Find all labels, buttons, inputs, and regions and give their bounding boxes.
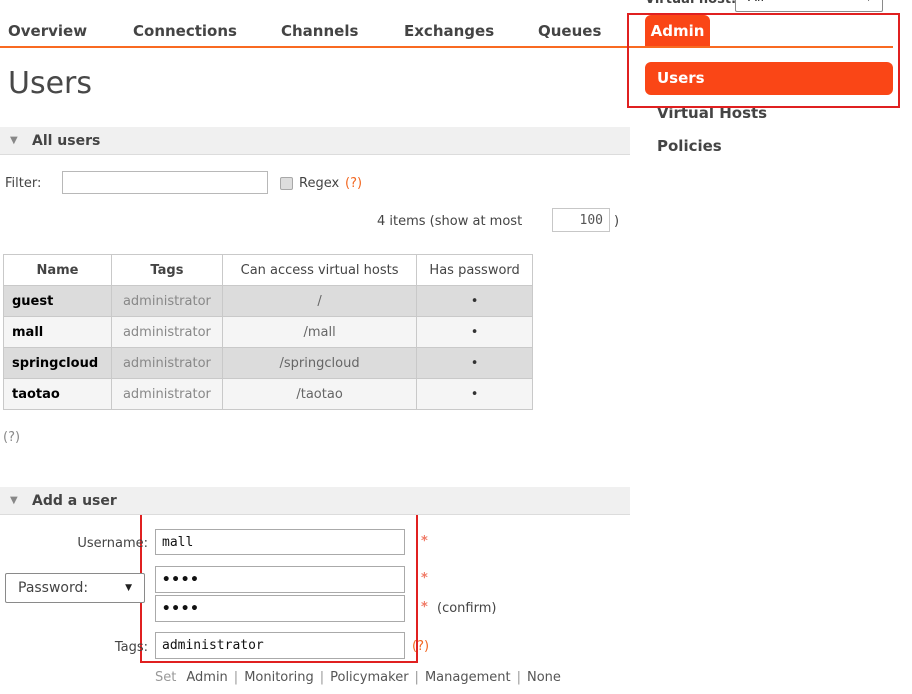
regex-label: Regex: [299, 176, 339, 191]
user-name-link[interactable]: guest: [4, 286, 112, 317]
user-tags: administrator: [111, 286, 222, 317]
set-option-admin[interactable]: Admin: [186, 670, 227, 685]
regex-help-link[interactable]: (?): [345, 176, 362, 191]
user-vhosts: /mall: [222, 317, 416, 348]
tab-channels[interactable]: Channels: [281, 22, 358, 40]
section-add-a-user[interactable]: ▼ Add a user: [0, 487, 630, 515]
collapse-triangle-icon: ▼: [10, 127, 18, 155]
column-header-vhosts: Can access virtual hosts: [222, 255, 416, 286]
virtual-host-label: Virtual host:: [645, 0, 736, 7]
confirm-note: (confirm): [437, 601, 496, 616]
sidebar-item-users[interactable]: Users: [645, 62, 893, 95]
user-vhosts: /: [222, 286, 416, 317]
column-header-tags[interactable]: Tags: [111, 255, 222, 286]
section-all-users-title: All users: [32, 127, 100, 155]
user-vhosts: /taotao: [222, 379, 416, 410]
username-field[interactable]: [155, 529, 405, 555]
virtual-host-value: All: [748, 0, 764, 5]
password-type-value: Password:: [18, 580, 88, 596]
required-asterisk: *: [421, 600, 428, 615]
tab-overview[interactable]: Overview: [8, 22, 87, 40]
sidebar-item-policies[interactable]: Policies: [657, 137, 722, 155]
set-option-none[interactable]: None: [527, 670, 561, 685]
users-table: Name Tags Can access virtual hosts Has p…: [3, 254, 533, 410]
regex-checkbox[interactable]: [280, 177, 293, 190]
password-field[interactable]: [155, 566, 405, 593]
user-tags: administrator: [111, 348, 222, 379]
required-asterisk: *: [421, 534, 428, 549]
tab-admin[interactable]: Admin: [645, 15, 710, 47]
user-name-link[interactable]: taotao: [4, 379, 112, 410]
collapse-triangle-icon: ▼: [10, 487, 18, 515]
tab-queues[interactable]: Queues: [538, 22, 601, 40]
table-help-link[interactable]: (?): [3, 430, 20, 445]
user-name-link[interactable]: springcloud: [4, 348, 112, 379]
has-password-dot: •: [417, 348, 533, 379]
password-confirm-field[interactable]: [155, 595, 405, 622]
column-header-name[interactable]: Name: [4, 255, 112, 286]
nav-underline: [0, 46, 893, 48]
filter-label: Filter:: [5, 176, 41, 191]
has-password-dot: •: [417, 379, 533, 410]
tags-field[interactable]: [155, 632, 405, 659]
set-option-management[interactable]: Management: [425, 670, 511, 685]
user-tags: administrator: [111, 317, 222, 348]
sidebar-item-virtual-hosts[interactable]: Virtual Hosts: [657, 104, 767, 122]
tab-connections[interactable]: Connections: [133, 22, 237, 40]
table-row: taotao administrator /taotao •: [4, 379, 533, 410]
separator: |: [415, 670, 419, 685]
has-password-dot: •: [417, 317, 533, 348]
tab-exchanges[interactable]: Exchanges: [404, 22, 494, 40]
tag-shortcuts-line: Set Admin | Monitoring | Policymaker | Manageme…: [155, 670, 561, 685]
table-header-row: Name Tags Can access virtual hosts Has p…: [4, 255, 533, 286]
has-password-dot: •: [417, 286, 533, 317]
separator: |: [320, 670, 324, 685]
set-option-policymaker[interactable]: Policymaker: [330, 670, 408, 685]
set-label: Set: [155, 670, 176, 685]
page-title: Users: [8, 66, 92, 101]
chevron-down-icon: ▼: [125, 574, 132, 602]
set-option-monitoring[interactable]: Monitoring: [244, 670, 314, 685]
virtual-host-select[interactable]: All ▼: [735, 0, 883, 12]
user-name-link[interactable]: mall: [4, 317, 112, 348]
username-label: Username:: [38, 536, 148, 551]
separator: |: [234, 670, 238, 685]
password-type-select[interactable]: Password: ▼: [5, 573, 145, 603]
section-all-users[interactable]: ▼ All users: [0, 127, 630, 155]
table-row: mall administrator /mall •: [4, 317, 533, 348]
column-header-has-password: Has password: [417, 255, 533, 286]
filter-input[interactable]: [62, 171, 268, 194]
table-row: guest administrator / •: [4, 286, 533, 317]
tags-help-link[interactable]: (?): [412, 639, 429, 654]
items-count-close-paren: ): [614, 214, 619, 229]
tags-label: Tags:: [38, 640, 148, 655]
user-vhosts: /springcloud: [222, 348, 416, 379]
required-asterisk: *: [421, 571, 428, 586]
user-tags: administrator: [111, 379, 222, 410]
section-add-a-user-title: Add a user: [32, 487, 117, 515]
separator: |: [517, 670, 521, 685]
show-at-most-input[interactable]: [552, 208, 610, 232]
rabbitmq-users-page: Virtual host: All ▼ Overview Connections…: [0, 0, 912, 694]
items-count-text: 4 items (show at most: [377, 214, 522, 229]
chevron-down-icon: ▼: [865, 0, 872, 11]
table-row: springcloud administrator /springcloud •: [4, 348, 533, 379]
